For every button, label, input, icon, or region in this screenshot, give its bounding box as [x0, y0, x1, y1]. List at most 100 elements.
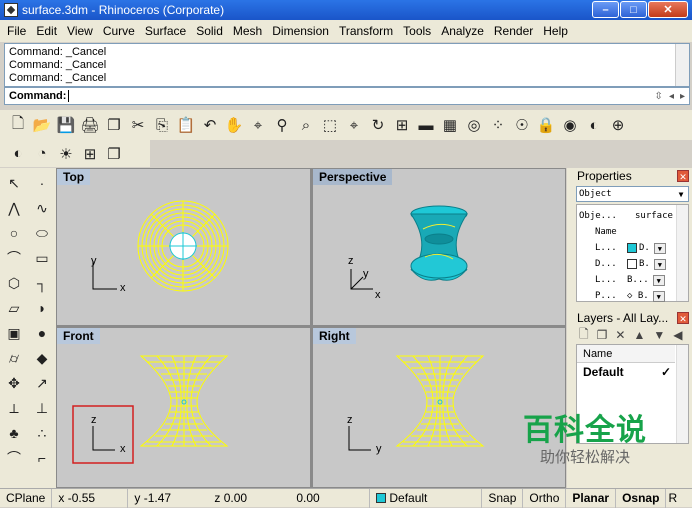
zoom-selected-icon[interactable]: ⌖	[344, 115, 364, 135]
cut-icon[interactable]: ✂	[128, 115, 148, 135]
menu-solid[interactable]: Solid	[191, 20, 228, 42]
zoom-extents-icon[interactable]: ⬚	[320, 115, 340, 135]
import-icon[interactable]: ❐	[104, 115, 124, 135]
box-icon[interactable]: ▣	[2, 322, 26, 344]
layout-icon[interactable]: ⊞	[80, 144, 100, 164]
render-color-icon[interactable]: ◐	[8, 144, 28, 164]
cplane-label[interactable]: CPlane	[0, 488, 53, 508]
osnap-icon[interactable]: ◎	[464, 115, 484, 135]
command-history-scrollbar[interactable]	[675, 44, 689, 86]
delete-icon[interactable]: ✕	[615, 328, 625, 342]
close-button[interactable]: ✕	[648, 1, 688, 18]
new-sublayer-icon[interactable]: ❐	[597, 328, 608, 342]
car-icon[interactable]: ▬	[416, 115, 436, 135]
property-row[interactable]: D... B. ▼	[579, 256, 686, 272]
new-layer-icon[interactable]: 🗋	[579, 325, 589, 346]
loft-icon[interactable]: ◗	[30, 297, 54, 319]
osnap-toggle[interactable]: Osnap	[616, 488, 667, 508]
properties-type-select[interactable]: Object ▼	[576, 186, 689, 202]
new-icon[interactable]: 🗋	[8, 115, 28, 135]
gumball-icon[interactable]: ↗	[30, 372, 54, 394]
snap-toggle[interactable]: Snap	[482, 488, 524, 508]
surface-icon[interactable]: ▱	[2, 297, 26, 319]
group-icon[interactable]: ♣	[2, 422, 26, 444]
sun-icon[interactable]: ☀	[56, 144, 76, 164]
menu-mesh[interactable]: Mesh	[228, 20, 267, 42]
menu-analyze[interactable]: Analyze	[436, 20, 489, 42]
menu-tools[interactable]: Tools	[398, 20, 436, 42]
lock-icon[interactable]: 🔒	[536, 115, 556, 135]
print-icon[interactable]: 🖨	[80, 115, 100, 135]
grid-icon[interactable]: ▦	[440, 115, 460, 135]
viewport-title-front[interactable]: Front	[57, 328, 100, 344]
render-icon[interactable]: ◉	[560, 115, 580, 135]
viewport-top[interactable]: Top y x	[57, 169, 310, 325]
menu-curve[interactable]: Curve	[98, 20, 140, 42]
viewport-title-top[interactable]: Top	[57, 169, 91, 185]
fillet-icon[interactable]: ┐	[30, 272, 54, 294]
chevron-down-icon[interactable]: ▼	[653, 258, 666, 270]
menu-file[interactable]: File	[2, 20, 31, 42]
property-row[interactable]: P... ◇ B. ▼	[579, 288, 686, 304]
sphere-solid-icon[interactable]: ●	[30, 322, 54, 344]
undo-icon[interactable]: ↶	[200, 115, 220, 135]
close-icon[interactable]: ✕	[677, 170, 689, 182]
zoom-icon[interactable]: ⚲	[272, 115, 292, 135]
property-row[interactable]: Name	[579, 224, 686, 240]
maximize-button[interactable]: □	[620, 1, 647, 18]
menu-edit[interactable]: Edit	[31, 20, 62, 42]
current-layer[interactable]: Default	[370, 488, 483, 508]
paste-icon[interactable]: 📋	[176, 115, 196, 135]
layer-row[interactable]: Default ✓	[577, 363, 675, 381]
record-history-toggle[interactable]: R	[666, 489, 679, 508]
select-icon[interactable]: ↖	[2, 172, 26, 194]
light-icon[interactable]: ☉	[512, 115, 532, 135]
circle-icon[interactable]: ○	[2, 222, 26, 244]
undo-view-icon[interactable]: ↻	[368, 115, 388, 135]
command-line[interactable]: Command: ⇳ ◂ ▸	[4, 87, 690, 105]
viewport-title-right[interactable]: Right	[313, 328, 356, 344]
properties-icon[interactable]: ❐	[104, 144, 124, 164]
viewport-front[interactable]: Front z x	[57, 328, 310, 487]
scroll-right-icon[interactable]: ▸	[680, 89, 685, 105]
rhino-app-icon[interactable]	[4, 3, 18, 17]
close-icon[interactable]: ✕	[677, 312, 689, 324]
color-wheel-icon[interactable]: ◐	[584, 115, 604, 135]
move-up-icon[interactable]: ▲	[633, 328, 645, 342]
cylinder-icon[interactable]: ⌭	[2, 347, 26, 369]
ellipse-icon[interactable]: ⬭	[30, 222, 54, 244]
chevron-down-icon[interactable]: ▼	[653, 242, 666, 254]
transform-icon[interactable]: ✥	[2, 372, 26, 394]
viewport-perspective[interactable]: Perspective z y x	[313, 169, 565, 325]
polyline-icon[interactable]: ⋀	[2, 197, 26, 219]
menu-transform[interactable]: Transform	[334, 20, 398, 42]
sphere-icon[interactable]: ⊕	[608, 115, 628, 135]
layers-scrollbar[interactable]	[676, 345, 688, 443]
collapse-icon[interactable]: ◀	[673, 328, 682, 342]
menu-help[interactable]: Help	[538, 20, 573, 42]
viewport-title-perspective[interactable]: Perspective	[313, 169, 393, 185]
menu-surface[interactable]: Surface	[140, 20, 191, 42]
polygon-icon[interactable]: ⬡	[2, 272, 26, 294]
menu-render[interactable]: Render	[489, 20, 538, 42]
chevron-down-icon[interactable]: ▼	[652, 290, 665, 302]
split-icon[interactable]: ⌐	[30, 447, 54, 469]
rotate-view-icon[interactable]: ⌖	[248, 115, 268, 135]
trim-icon[interactable]: ⌒	[2, 447, 26, 469]
render-preview-icon[interactable]: ◔	[32, 144, 52, 164]
scroll-left-icon[interactable]: ◂	[669, 89, 674, 105]
menu-view[interactable]: View	[62, 20, 98, 42]
property-row[interactable]: L... B... ▼	[579, 272, 686, 288]
extrude-icon[interactable]: ◆	[30, 347, 54, 369]
move-down-icon[interactable]: ▼	[653, 328, 665, 342]
pan-hand-icon[interactable]: ✋	[224, 115, 244, 135]
open-icon[interactable]: 📂	[32, 115, 52, 135]
curve-icon[interactable]: ∿	[30, 197, 54, 219]
spin-icon[interactable]: ⇳	[655, 89, 663, 105]
point-cloud-icon[interactable]: ⁘	[488, 115, 508, 135]
layers-column-header[interactable]: Name	[577, 345, 675, 363]
dimension-icon[interactable]: ⊥	[30, 397, 54, 419]
arc-icon[interactable]: ⌒	[2, 247, 26, 269]
four-view-icon[interactable]: ⊞	[392, 115, 412, 135]
planar-toggle[interactable]: Planar	[566, 488, 617, 508]
